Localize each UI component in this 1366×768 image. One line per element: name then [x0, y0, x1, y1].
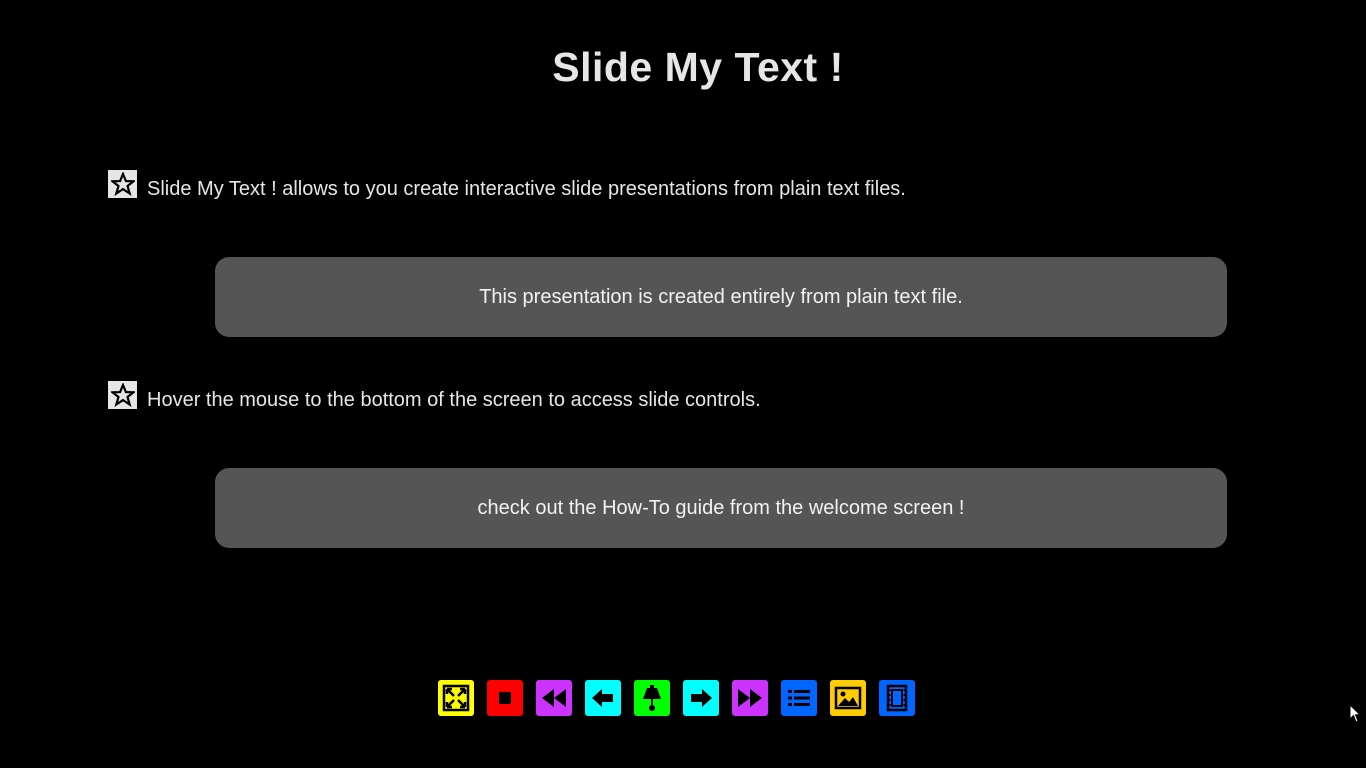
- star-icon: [108, 170, 137, 198]
- image-icon: [833, 683, 863, 713]
- note-box: check out the How-To guide from the welc…: [215, 468, 1227, 548]
- film-icon: [882, 683, 912, 713]
- note-box: This presentation is created entirely fr…: [215, 257, 1227, 337]
- lamp-icon: [637, 683, 667, 713]
- bullet-text: Hover the mouse to the bottom of the scr…: [147, 389, 761, 411]
- stop-button[interactable]: [487, 680, 523, 716]
- presenter-button[interactable]: [634, 680, 670, 716]
- bullet-item: Hover the mouse to the bottom of the scr…: [108, 381, 761, 411]
- rewind-icon: [539, 683, 569, 713]
- arrow-left-icon: [588, 683, 618, 713]
- note-text: This presentation is created entirely fr…: [479, 285, 963, 308]
- stop-icon: [490, 683, 520, 713]
- fast-forward-icon: [735, 683, 765, 713]
- last-slide-button[interactable]: [732, 680, 768, 716]
- slide-controls: [438, 680, 915, 716]
- film-button[interactable]: [879, 680, 915, 716]
- list-icon: [784, 683, 814, 713]
- slide-stage: Slide My Text ! Slide My Text ! allows t…: [0, 0, 1366, 768]
- note-text: check out the How-To guide from the welc…: [477, 496, 965, 519]
- slide-list-button[interactable]: [781, 680, 817, 716]
- mouse-cursor-icon: [1349, 703, 1362, 729]
- star-icon: [108, 381, 137, 409]
- fullscreen-button[interactable]: [438, 680, 474, 716]
- fullscreen-icon: [441, 683, 471, 713]
- bullet-text: Slide My Text ! allows to you create int…: [147, 178, 906, 200]
- slide-title: Slide My Text !: [552, 44, 844, 90]
- next-slide-button[interactable]: [683, 680, 719, 716]
- image-button[interactable]: [830, 680, 866, 716]
- first-slide-button[interactable]: [536, 680, 572, 716]
- bullet-item: Slide My Text ! allows to you create int…: [108, 170, 906, 200]
- previous-slide-button[interactable]: [585, 680, 621, 716]
- arrow-right-icon: [686, 683, 716, 713]
